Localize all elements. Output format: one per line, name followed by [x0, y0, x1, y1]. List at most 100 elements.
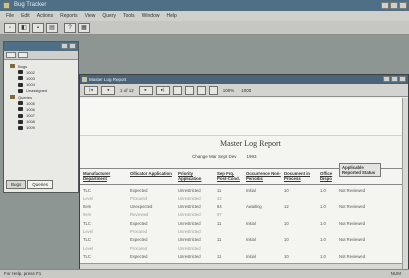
column-header: Applicable Reported Status [339, 163, 381, 177]
close-button[interactable] [399, 2, 407, 9]
tree-window-titlebar[interactable] [4, 42, 78, 51]
table-cell: Procured [130, 228, 147, 234]
report-page-header [80, 98, 408, 136]
table-cell: Expected [130, 220, 148, 226]
table-row[interactable]: Item Unexpected Unrestricted 84 Awaiting 12 1.… [80, 203, 408, 211]
table-cell: Unexpected [130, 204, 153, 210]
report-window-titlebar[interactable]: Master Log Report [80, 75, 408, 84]
table-cell: Unrestricted [178, 245, 201, 251]
new-icon[interactable]: ▫ [4, 22, 16, 33]
table-row[interactable]: TLC Expected Unrestricted 11 Initial 10 1.0 Not… [80, 186, 408, 194]
search-icon[interactable] [208, 85, 218, 95]
table-cell: 1.0 [320, 253, 326, 259]
table-cell: Awaiting [246, 204, 262, 210]
report-window-icon [82, 77, 87, 82]
table-cell: Initial [246, 220, 256, 226]
table-cell: 10 [284, 220, 289, 226]
menu-help[interactable]: Help [166, 11, 176, 21]
report-maximize-button[interactable] [391, 76, 398, 82]
tree-tool-1[interactable] [6, 52, 16, 58]
app-titlebar: Bug Tracker [0, 0, 409, 11]
report-minimize-button[interactable] [383, 76, 390, 82]
table-cell: Expected [130, 237, 148, 243]
app-title: Bug Tracker [14, 2, 47, 8]
last-page-button[interactable]: ▸| [155, 85, 170, 95]
column-header: Office Dispo [320, 171, 333, 181]
table-cell: TLC [83, 253, 91, 259]
table-cell: Initial [246, 187, 256, 193]
print-icon[interactable] [184, 85, 194, 95]
report-icon[interactable]: ▦ [78, 22, 90, 33]
column-header: Document in Process [284, 171, 311, 181]
menu-reports[interactable]: Reports [60, 11, 78, 21]
table-cell: Not Reviewed [339, 187, 366, 193]
prev-page-button[interactable]: ◂ [101, 85, 115, 95]
tab-queries[interactable]: Queries [27, 180, 54, 189]
menu-tools[interactable]: Tools [123, 11, 135, 21]
table-row[interactable]: TLC Expected Unrestricted 11 Initial 10 1.0 Not… [80, 236, 408, 244]
table-cell: Level [83, 195, 94, 201]
status-indicator: NUM [390, 271, 401, 276]
menu-file[interactable]: File [6, 11, 14, 21]
save-icon[interactable]: ▪ [32, 22, 44, 33]
page-indicator: 1 of 12 [120, 87, 134, 93]
bug-icon [18, 125, 23, 130]
table-cell: Unrestricted [178, 228, 201, 234]
table-cell: Unrestricted [178, 195, 201, 201]
table-row[interactable]: TLC Expected Unrestricted 11 Initial 10 1.0 Not… [80, 219, 408, 227]
table-row[interactable]: Level Procured Unrestricted [80, 244, 408, 252]
bug-icon [18, 113, 23, 118]
table-cell: Item [83, 212, 92, 218]
tree-item[interactable]: 1009 [10, 125, 76, 131]
zoom-level[interactable]: 100% [221, 88, 237, 93]
table-cell: 1.0 [320, 187, 326, 193]
table-cell: Procured [130, 245, 147, 251]
print-icon[interactable]: ▤ [46, 22, 58, 33]
report-close-button[interactable] [399, 76, 406, 82]
menu-view[interactable]: View [85, 11, 96, 21]
bug-icon [18, 107, 23, 112]
status-text: For Help, press F1 [4, 271, 42, 276]
report-subtitle-right: 1993 [246, 154, 257, 159]
tree-tool-2[interactable] [18, 52, 28, 58]
table-cell: Unrestricted [178, 220, 201, 226]
vertical-scrollbar[interactable] [402, 98, 408, 269]
table-cell: 1.0 [320, 237, 326, 243]
menu-query[interactable]: Query [102, 11, 116, 21]
next-page-button[interactable]: ▸ [138, 85, 153, 95]
table-cell: Unrestricted [178, 204, 201, 210]
table-row[interactable]: Item Reviewed Unrestricted 97 [80, 211, 408, 219]
table-cell: 11 [217, 220, 222, 226]
tree-window: Bugs 1002 1003 1004 Unassigned Queries 1… [3, 41, 79, 193]
stop-icon[interactable] [172, 85, 182, 95]
minimize-button[interactable] [381, 2, 389, 9]
table-row[interactable]: TLC Expected Unrestricted 11 Initial 10 1.0 Not… [80, 252, 408, 260]
table-cell: Unrestricted [178, 212, 201, 218]
table-cell: Procured [130, 195, 147, 201]
table-row[interactable]: Level Procured Unrestricted [80, 227, 408, 235]
table-cell: 11 [217, 187, 222, 193]
menu-actions[interactable]: Actions [37, 11, 53, 21]
column-header: Priority Application [178, 171, 202, 181]
menu-edit[interactable]: Edit [21, 11, 30, 21]
tree-close-button[interactable] [69, 43, 76, 49]
open-icon[interactable]: ◧ [18, 22, 30, 33]
column-header: Sep Frq. Post-Cond. [217, 171, 240, 181]
query-icon[interactable]: ? [64, 22, 76, 33]
column-header: Manufacturer Department [83, 171, 111, 181]
folder-icon [10, 64, 15, 69]
bug-icon [18, 70, 23, 75]
tree-minimize-button[interactable] [61, 43, 68, 49]
export-icon[interactable] [196, 85, 206, 95]
maximize-button[interactable] [390, 2, 398, 9]
tree-toolbar [4, 51, 78, 60]
table-cell: TLC [83, 237, 91, 243]
report-subtitle-left: Change Mar Sept Dev [192, 154, 237, 159]
menu-window[interactable]: Window [142, 11, 160, 21]
report-title: Master Log Report [220, 139, 281, 148]
column-header: Occurrence Non-Periodic [246, 171, 281, 181]
tab-bugs[interactable]: Bugs [6, 180, 27, 189]
table-row[interactable]: Level Procured Unrestricted 42 [80, 194, 408, 202]
first-page-button[interactable]: |◂ [84, 85, 98, 95]
main-toolbar: ▫ ◧ ▪ ▤ ? ▦ [0, 21, 409, 35]
